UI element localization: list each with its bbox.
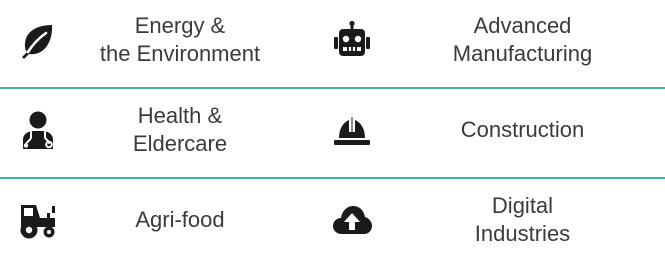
- sector-digital-industries: Digital Industries: [320, 180, 665, 260]
- sector-row: Agri-food Digital Industries: [0, 180, 665, 260]
- sector-label: Energy & the Environment: [99, 13, 261, 66]
- robot-icon: [332, 20, 372, 60]
- divider: [0, 87, 665, 89]
- sector-label: Health & Eldercare: [132, 103, 228, 156]
- sector-health-eldercare: Health & Eldercare: [0, 90, 300, 170]
- tractor-icon: [18, 200, 58, 240]
- doctor-icon: [18, 110, 58, 150]
- sector-construction: Construction: [320, 90, 665, 170]
- sector-label: Construction: [460, 117, 585, 142]
- sector-agri-food: Agri-food: [0, 180, 300, 260]
- divider: [0, 177, 665, 179]
- sector-label: Agri-food: [135, 207, 225, 232]
- sector-label: Advanced Manufacturing: [452, 13, 593, 66]
- sector-advanced-manufacturing: Advanced Manufacturing: [320, 0, 665, 80]
- sector-energy-environment: Energy & the Environment: [0, 0, 300, 80]
- sector-row: Health & Eldercare Construction: [0, 90, 665, 170]
- hard-hat-icon: [332, 110, 372, 150]
- sector-label: Digital Industries: [474, 193, 571, 246]
- sector-grid: Energy & the Environment Advanced Manufa…: [0, 0, 665, 260]
- leaf-icon: [18, 20, 58, 60]
- cloud-upload-icon: [332, 200, 372, 240]
- sector-row: Energy & the Environment Advanced Manufa…: [0, 0, 665, 80]
